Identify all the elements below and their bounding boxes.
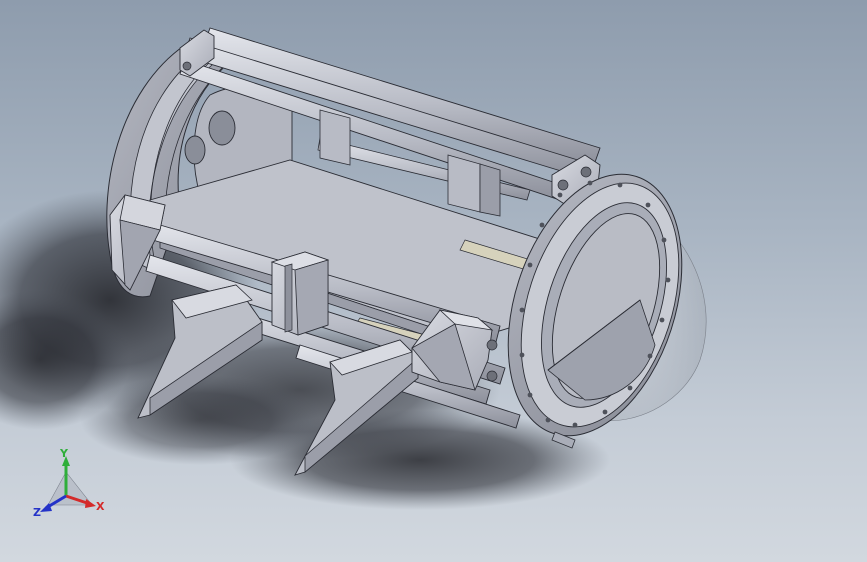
cad-viewport[interactable]: Y X Z [0, 0, 867, 562]
model-scene[interactable]: Y X Z [0, 0, 867, 562]
x-axis-label: X [96, 500, 105, 513]
x-axis-arrowhead [85, 499, 96, 508]
axis-triad[interactable]: Y X Z [33, 447, 105, 519]
mid-clamp[interactable] [270, 251, 330, 336]
z-axis-label: Z [33, 506, 41, 519]
y-axis-label: Y [59, 447, 69, 460]
